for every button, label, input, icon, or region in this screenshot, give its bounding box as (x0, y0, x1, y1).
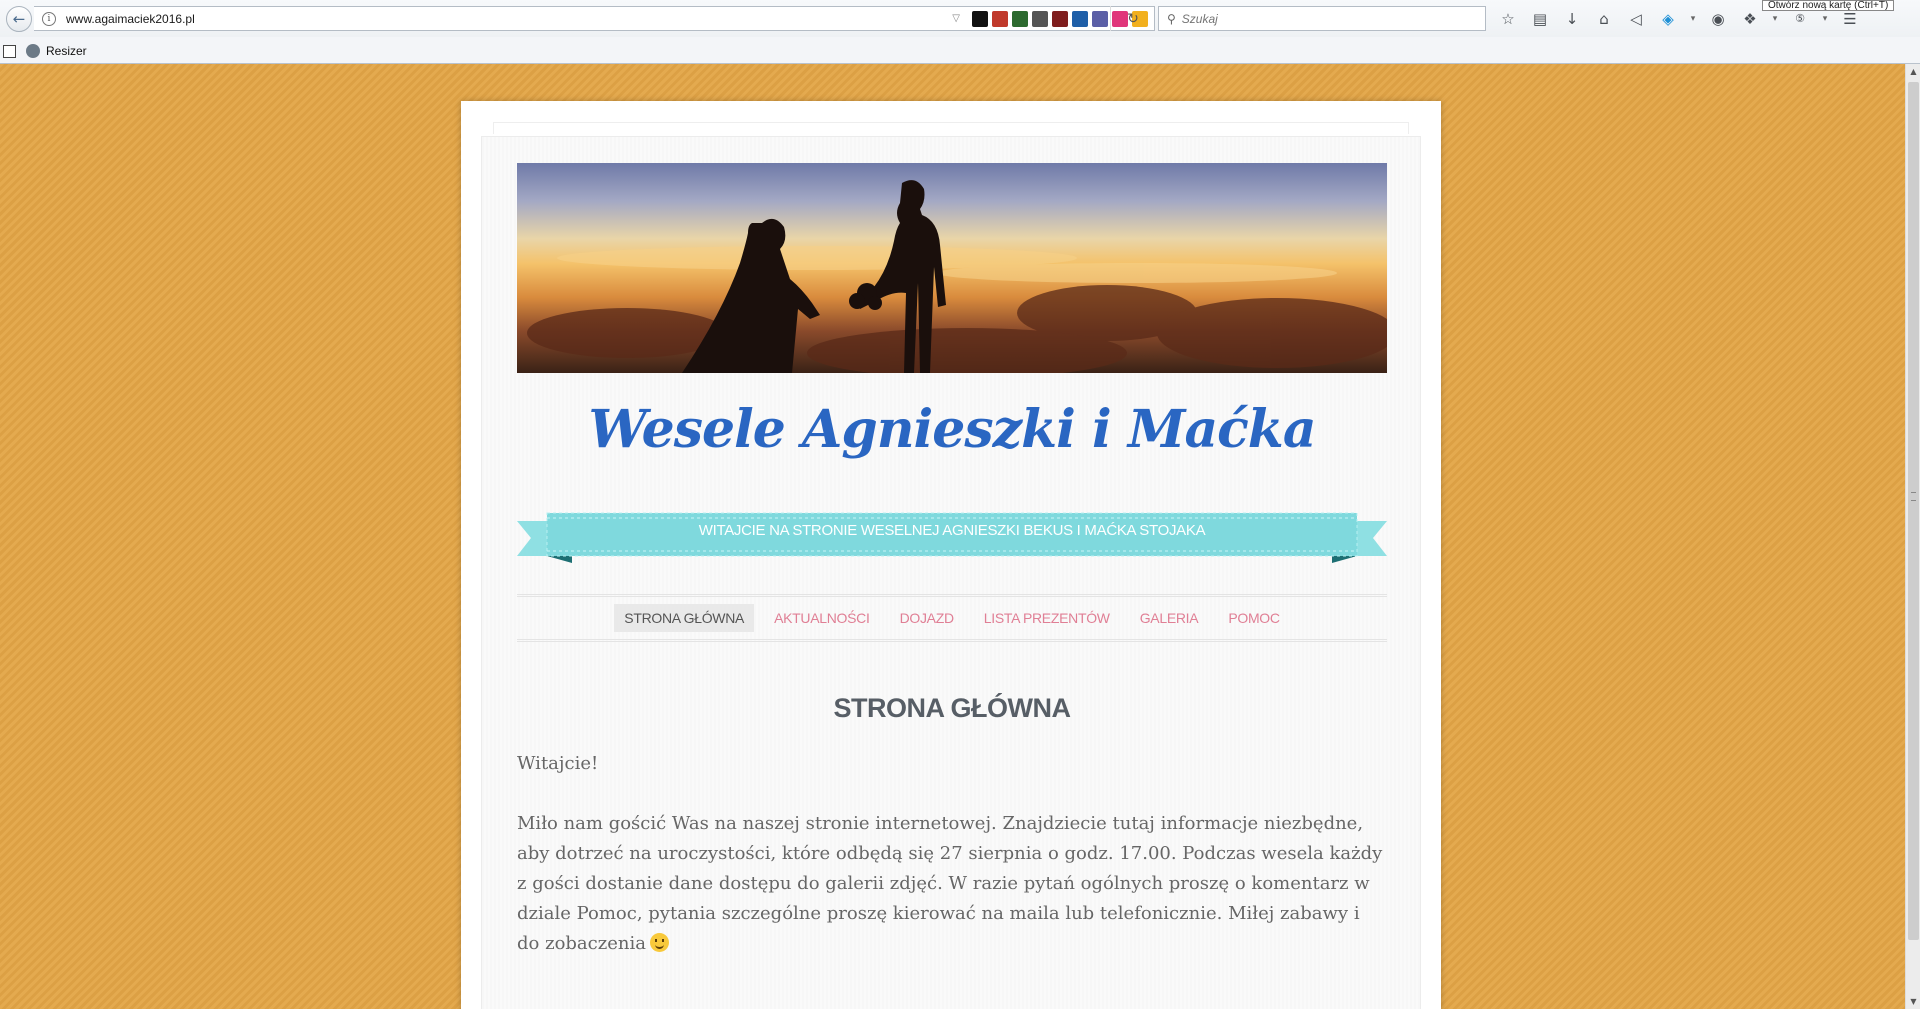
wedding-couple-silhouette (527, 180, 1387, 373)
c-extension-icon[interactable] (1072, 10, 1088, 27)
download-icon[interactable]: ↓ (1559, 6, 1585, 31)
vertical-scrollbar[interactable]: ▲ ▼ (1905, 64, 1920, 1009)
pocket-icon[interactable]: ◁ (1623, 6, 1649, 31)
new-tab-tooltip: Otwórz nową kartę (Ctrl+T) (1762, 0, 1895, 11)
info-icon[interactable]: i (42, 11, 56, 26)
php-extension-icon[interactable] (1092, 10, 1108, 27)
site-title[interactable]: Wesele Agnieszki i Maćka (517, 399, 1387, 460)
page-content: Witajcie! Miło nam gościć Was na naszej … (517, 749, 1387, 989)
page-container: Wesele Agnieszki i Maćka Witajcie na str… (461, 101, 1441, 1009)
page-viewport: Wesele Agnieszki i Maćka Witajcie na str… (0, 64, 1905, 1009)
history-dropdown-icon[interactable]: ▽ (952, 13, 960, 24)
scrollbar-thumb[interactable] (1908, 82, 1919, 940)
header-image (517, 163, 1387, 373)
smiley-icon (649, 933, 669, 952)
scroll-down-icon[interactable]: ▼ (1906, 994, 1920, 1009)
search-bar[interactable]: ⚲ (1158, 6, 1486, 31)
wordpress-icon[interactable] (1032, 10, 1048, 27)
reload-icon[interactable]: ↻ (1110, 6, 1155, 31)
search-input[interactable] (1181, 11, 1462, 26)
chevron-down-icon[interactable]: ▾ (1769, 14, 1781, 24)
main-navigation: STRONA GŁÓWNA AKTUALNOŚCI DOJAZD LISTA P… (517, 594, 1387, 642)
bookmark-resizer[interactable]: Resizer (26, 44, 87, 58)
page-heading: STRONA GŁÓWNA (833, 693, 1071, 723)
home-icon[interactable]: ⌂ (1591, 6, 1617, 31)
nav-directions[interactable]: DOJAZD (890, 604, 964, 632)
resizer-square-icon[interactable] (3, 44, 16, 58)
addon-icon[interactable]: ❖ (1737, 6, 1763, 31)
bookmarks-list-icon[interactable]: ▤ (1527, 6, 1553, 31)
chevron-down-icon[interactable]: ▾ (1687, 14, 1699, 24)
nav-home[interactable]: STRONA GŁÓWNA (614, 604, 755, 632)
bookmarks-toolbar: Resizer (0, 38, 1920, 64)
url-bar[interactable]: i www.agaimaciek2016.pl ▽ (34, 6, 1155, 31)
greeting-text: Witajcie! (517, 753, 599, 774)
bookmark-star-icon[interactable]: ☆ (1495, 6, 1521, 31)
l-extension-icon[interactable] (1012, 10, 1028, 27)
nav-gift-list[interactable]: LISTA PREZENTÓW (974, 604, 1120, 632)
nav-gallery[interactable]: GALERIA (1130, 604, 1209, 632)
body-text: Miło nam gościć Was na naszej stronie in… (517, 813, 1383, 954)
url-text[interactable]: www.agaimaciek2016.pl (66, 12, 195, 26)
scroll-up-icon[interactable]: ▲ (1906, 64, 1920, 79)
nav-news[interactable]: AKTUALNOŚCI (764, 604, 880, 632)
tagline-ribbon: Witajcie na stronie weselnej Agnieszki B… (517, 511, 1387, 566)
back-arrow-icon: ← (12, 10, 26, 28)
globe-icon (26, 44, 40, 58)
globe-extension-icon[interactable]: ◉ (1705, 6, 1731, 31)
red-extension-icon[interactable] (992, 10, 1008, 27)
body-paragraph: Miło nam gościć Was na naszej stronie in… (517, 809, 1387, 959)
back-button[interactable]: ← (6, 6, 32, 32)
chevron-down-icon[interactable]: ▾ (1819, 14, 1831, 24)
search-icon: ⚲ (1167, 11, 1176, 26)
nav-help[interactable]: POMOC (1218, 604, 1289, 632)
browser-chrome: ← i www.agaimaciek2016.pl ▽ ↻ ⚲ ☆ ▤ ↓ ⌂ … (0, 0, 1920, 64)
w-extension-icon[interactable] (1052, 10, 1068, 27)
tagline-text: Witajcie na stronie weselnej Agnieszki B… (698, 522, 1206, 539)
bookmark-label: Resizer (46, 44, 87, 58)
navigation-toolbar: ← i www.agaimaciek2016.pl ▽ ↻ ⚲ ☆ ▤ ↓ ⌂ … (0, 0, 1920, 37)
diamond-extension-icon[interactable]: ◈ (1655, 6, 1681, 31)
flag-extension-icon[interactable] (972, 10, 988, 27)
page-border-decoration (493, 122, 1409, 134)
